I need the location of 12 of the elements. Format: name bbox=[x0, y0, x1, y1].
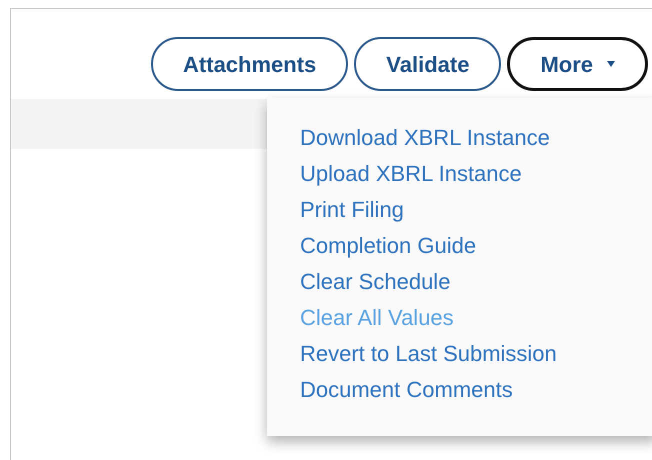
more-dropdown-button[interactable]: More bbox=[507, 37, 648, 91]
menu-item[interactable]: Clear All Values bbox=[300, 300, 652, 336]
menu-item[interactable]: Completion Guide bbox=[300, 228, 652, 264]
toolbar-button[interactable]: Attachments bbox=[151, 37, 348, 91]
menu-item[interactable]: Clear Schedule bbox=[300, 264, 652, 300]
menu-item[interactable]: Document Comments bbox=[300, 372, 652, 408]
menu-item[interactable]: Download XBRL Instance bbox=[300, 120, 652, 156]
menu-item[interactable]: Print Filing bbox=[300, 192, 652, 228]
menu-item[interactable]: Upload XBRL Instance bbox=[300, 156, 652, 192]
caret-down-icon bbox=[607, 61, 615, 67]
toolbar-button[interactable]: Validate bbox=[354, 37, 502, 91]
menu-item[interactable]: Revert to Last Submission bbox=[300, 336, 652, 372]
